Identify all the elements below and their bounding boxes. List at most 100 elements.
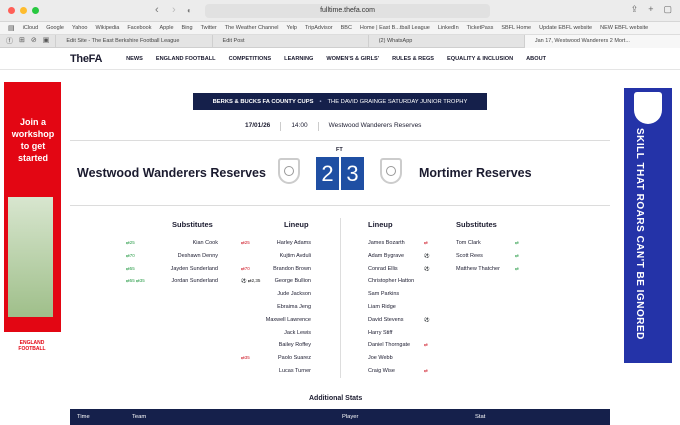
nav-item[interactable]: ENGLAND FOOTBALL xyxy=(156,56,216,62)
bookmark[interactable]: Wikipedia xyxy=(95,25,119,31)
bookmark[interactable]: Yelp xyxy=(286,25,297,31)
england-crest-icon xyxy=(634,92,662,124)
player-name[interactable]: Kujtim Avduli xyxy=(280,253,311,259)
browser-tab-active[interactable]: Jan 17, Westwood Wanderers 2 Mort... xyxy=(523,34,680,48)
browser-tab[interactable]: (2) WhatsApp xyxy=(367,34,524,48)
player-event-icon: ⚽ ⇄2,35 xyxy=(241,278,261,284)
bookmark[interactable]: Twitter xyxy=(201,25,217,31)
ad-headline: Join a workshop to get started xyxy=(11,117,55,163)
bookmark[interactable]: The Weather Channel xyxy=(225,25,279,31)
bookmark[interactable]: SBFL Home xyxy=(501,25,531,31)
player-name[interactable]: Liam Ridge xyxy=(368,304,396,310)
player-name[interactable]: Jordan Sunderland xyxy=(172,278,218,284)
zoom-window-button[interactable] xyxy=(32,7,39,14)
window-controls[interactable] xyxy=(8,7,39,14)
bookmark[interactable]: Bing xyxy=(182,25,193,31)
link-icon[interactable]: ⊘ xyxy=(31,36,37,46)
close-window-button[interactable] xyxy=(8,7,15,14)
player-name[interactable]: David Stevens xyxy=(368,317,403,323)
match-status: FT xyxy=(336,147,343,153)
grid-icon[interactable]: ⊞ xyxy=(19,36,25,46)
browser-tab[interactable]: Edit Site - The East Berkshire Football … xyxy=(55,34,211,48)
bookmarks-bar: ▤ iCloud Google Yahoo Wikipedia Facebook… xyxy=(0,22,680,35)
nav-item[interactable]: WOMEN'S & GIRLS' xyxy=(326,56,379,62)
privacy-shield-icon[interactable]: ◐ xyxy=(187,6,192,15)
player-event-icon: ⇄35 xyxy=(241,355,250,361)
right-ad[interactable]: SKILL THAT ROARS CAN'T BE IGNORED xyxy=(624,88,672,363)
browser-tab[interactable]: Edit Post xyxy=(211,34,368,48)
nav-item[interactable]: EQUALITY & INCLUSION xyxy=(447,56,513,62)
player-name[interactable]: Conrad Ellis xyxy=(368,266,398,272)
player-name[interactable]: James Bozarth xyxy=(368,240,405,246)
bookmark[interactable]: BBC xyxy=(341,25,352,31)
player-event-icon: ⚽ xyxy=(424,265,430,271)
minimize-window-button[interactable] xyxy=(20,7,27,14)
bookmark[interactable]: TripAdvisor xyxy=(305,25,333,31)
facebook-icon[interactable]: ⓕ xyxy=(6,36,13,46)
player-name[interactable]: Maxwell Lawrence xyxy=(266,317,311,323)
player-name[interactable]: Harley Adams xyxy=(277,240,311,246)
stats-column-header: Time xyxy=(77,414,90,420)
player-name[interactable]: Bailey Roffey xyxy=(279,342,311,348)
away-lineup-header: Lineup xyxy=(368,220,393,229)
home-subs-header: Substitutes xyxy=(172,220,213,229)
player-name[interactable]: Ebraima Jeng xyxy=(277,304,311,310)
nav-item[interactable]: ABOUT xyxy=(526,56,546,62)
player-name[interactable]: Scott Rees xyxy=(456,253,483,259)
forward-icon[interactable]: › xyxy=(172,4,176,16)
bookmark[interactable]: TicketPass xyxy=(467,25,494,31)
home-team-name[interactable]: Westwood Wanderers Reserves xyxy=(77,166,266,180)
sidebar-icon[interactable]: ▤ xyxy=(8,24,15,32)
player-name[interactable]: Harry Stiff xyxy=(368,330,392,336)
bookmark[interactable]: Update EBFL website xyxy=(539,25,592,31)
player-name[interactable]: Adam Bygrave xyxy=(368,253,404,259)
player-name[interactable]: Craig Wise xyxy=(368,368,395,374)
tab-overview-icon[interactable]: ▢ xyxy=(663,4,672,15)
player-name[interactable]: Lucas Turner xyxy=(279,368,311,374)
nav-item[interactable]: NEWS xyxy=(126,56,143,62)
window-icon[interactable]: ▣ xyxy=(43,36,50,46)
player-event-icon: ⇄ xyxy=(424,240,428,245)
player-name[interactable]: Christopher Hatton xyxy=(368,278,414,284)
share-icon[interactable]: ⇪ xyxy=(631,4,639,15)
player-name[interactable]: Matthew Thatcher xyxy=(456,266,500,272)
nav-item[interactable]: RULES & REGS xyxy=(392,56,434,62)
back-icon[interactable]: ‹ xyxy=(155,4,159,16)
player-name[interactable]: Joe Webb xyxy=(368,355,393,361)
bookmark[interactable]: Yahoo xyxy=(72,25,88,31)
new-tab-icon[interactable]: + xyxy=(648,4,653,15)
bookmark[interactable]: Apple xyxy=(159,25,173,31)
player-name[interactable]: Paolo Suarez xyxy=(278,355,311,361)
player-name[interactable]: Tom Clark xyxy=(456,240,481,246)
player-name[interactable]: Sam Parkins xyxy=(368,291,399,297)
bookmark[interactable]: Facebook xyxy=(127,25,151,31)
away-team-name[interactable]: Mortimer Reserves xyxy=(419,166,532,180)
player-event-icon: ⇄ xyxy=(515,265,519,271)
player-event-icon: ⚽ xyxy=(424,316,430,322)
player-event-icon: ⇄70 xyxy=(241,265,250,271)
player-name[interactable]: Kian Cook xyxy=(193,240,218,246)
player-name[interactable]: Daniel Thorngate xyxy=(368,342,410,348)
nav-item[interactable]: COMPETITIONS xyxy=(229,56,272,62)
bookmark[interactable]: Home | East B...tball League xyxy=(360,25,430,31)
player-name[interactable]: Jayden Sunderland xyxy=(171,266,218,272)
bookmark[interactable]: LinkedIn xyxy=(438,25,459,31)
player-event-icon: ⇄ xyxy=(515,240,519,245)
bookmark[interactable]: iCloud xyxy=(23,25,39,31)
bookmark[interactable]: Google xyxy=(46,25,64,31)
player-event-icon: ⇄55 ⇄35 xyxy=(126,278,145,284)
bookmark[interactable]: NEW EBFL website xyxy=(600,25,648,31)
player-name[interactable]: Jack Lewis xyxy=(284,330,311,336)
competition-banner: BERKS & BUCKS FA COUNTY CUPS • THE DAVID… xyxy=(193,93,487,110)
player-event-icon: ⇄70 xyxy=(126,252,135,258)
player-name[interactable]: George Bullion xyxy=(275,278,311,284)
ad-headline: SKILL THAT ROARS CAN'T BE IGNORED xyxy=(634,128,645,340)
player-name[interactable]: Deshawn Denny xyxy=(178,253,218,259)
player-name[interactable]: Brandon Brown xyxy=(273,266,311,272)
player-name[interactable]: Jude Jackson xyxy=(277,291,311,297)
home-lineup-header: Lineup xyxy=(284,220,309,229)
nav-item[interactable]: LEARNING xyxy=(284,56,313,62)
address-bar[interactable]: fulltime.thefa.com xyxy=(205,4,490,18)
fa-logo[interactable]: TheFA xyxy=(70,53,102,65)
left-ad[interactable]: Join a workshop to get started ENGLAND F… xyxy=(4,82,61,362)
